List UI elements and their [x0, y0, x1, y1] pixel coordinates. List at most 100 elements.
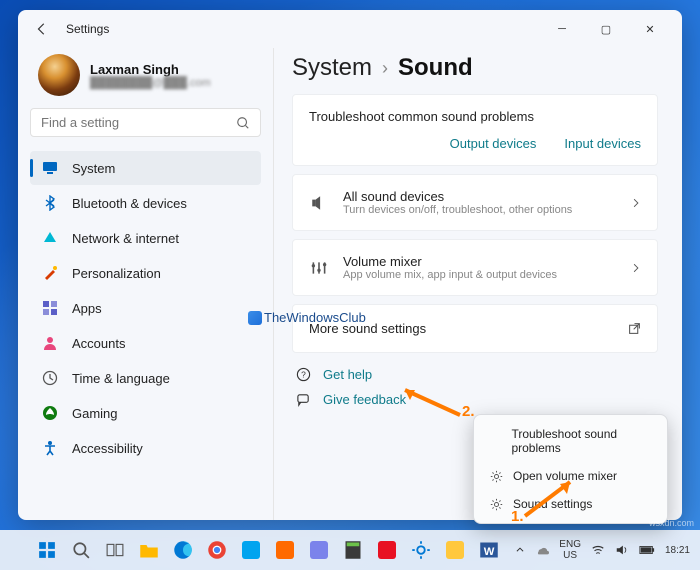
- row-title: Volume mixer: [343, 254, 617, 269]
- titlebar: Settings ─ ▢ ✕: [18, 10, 682, 48]
- person-icon: [42, 335, 58, 351]
- taskbar-calculator[interactable]: [340, 537, 366, 563]
- taskbar-app5[interactable]: [442, 537, 468, 563]
- close-button[interactable]: ✕: [630, 15, 670, 43]
- tray-battery-icon[interactable]: [639, 545, 655, 555]
- nav-label: Accessibility: [72, 441, 143, 456]
- external-link-icon: [628, 322, 641, 335]
- clock-icon: [42, 370, 58, 386]
- taskbar-explorer[interactable]: [136, 537, 162, 563]
- user-email: ████████@███.com: [90, 77, 211, 89]
- nav-label: Personalization: [72, 266, 161, 281]
- taskbar: W ENGUS 18:21: [0, 530, 700, 570]
- chevron-right-icon: ›: [382, 58, 388, 79]
- tray-wifi-icon[interactable]: [591, 543, 605, 557]
- nav-personalization[interactable]: Personalization: [30, 256, 261, 290]
- tray-chevron-icon[interactable]: [515, 545, 525, 555]
- taskbar-app3[interactable]: [306, 537, 332, 563]
- get-help-link[interactable]: ?Get help: [292, 367, 658, 382]
- nav-label: Bluetooth & devices: [72, 196, 187, 211]
- nav-accounts[interactable]: Accounts: [30, 326, 261, 360]
- search-button[interactable]: [68, 537, 94, 563]
- input-devices-link[interactable]: Input devices: [564, 136, 641, 151]
- ctx-troubleshoot[interactable]: Troubleshoot sound problems: [479, 420, 662, 462]
- task-view-button[interactable]: [102, 537, 128, 563]
- breadcrumb-parent[interactable]: System: [292, 54, 372, 82]
- wifi-icon: [42, 230, 58, 246]
- minimize-button[interactable]: ─: [542, 15, 582, 43]
- tray-clock[interactable]: 18:21: [665, 545, 690, 556]
- gear-icon: [489, 497, 503, 511]
- search-icon: [236, 116, 250, 130]
- card-title: Troubleshoot common sound problems: [309, 109, 641, 124]
- all-sound-devices-row[interactable]: All sound devicesTurn devices on/off, tr…: [292, 174, 658, 231]
- link-label: Give feedback: [323, 392, 406, 407]
- monitor-icon: [42, 160, 58, 176]
- row-subtitle: App volume mix, app input & output devic…: [343, 269, 617, 281]
- taskbar-app2[interactable]: [272, 537, 298, 563]
- nav-system[interactable]: System: [30, 151, 261, 185]
- output-devices-link[interactable]: Output devices: [450, 136, 537, 151]
- nav-gaming[interactable]: Gaming: [30, 396, 261, 430]
- brush-icon: [42, 265, 58, 281]
- taskbar-chrome[interactable]: [204, 537, 230, 563]
- breadcrumb-current: Sound: [398, 54, 473, 82]
- sidebar: Laxman Singh ████████@███.com System Blu…: [18, 48, 273, 520]
- speaker-icon: [309, 193, 329, 213]
- search-input[interactable]: [41, 115, 236, 130]
- nav-network[interactable]: Network & internet: [30, 221, 261, 255]
- back-button[interactable]: [30, 17, 54, 41]
- nav-label: Network & internet: [72, 231, 179, 246]
- ctx-sound-settings[interactable]: Sound settings: [479, 490, 662, 518]
- nav-accessibility[interactable]: Accessibility: [30, 431, 261, 465]
- ctx-label: Sound settings: [513, 497, 592, 511]
- nav-label: Accounts: [72, 336, 125, 351]
- search-box[interactable]: [30, 108, 261, 137]
- context-menu: Troubleshoot sound problems Open volume …: [473, 414, 668, 524]
- gear-icon: [489, 469, 503, 483]
- system-tray: ENGUS 18:21: [515, 539, 690, 561]
- svg-text:?: ?: [301, 369, 306, 379]
- row-title: More sound settings: [309, 321, 614, 336]
- troubleshoot-card: Troubleshoot common sound problems Outpu…: [292, 94, 658, 166]
- taskbar-word[interactable]: W: [476, 537, 502, 563]
- taskbar-edge[interactable]: [170, 537, 196, 563]
- chevron-right-icon: [631, 263, 641, 273]
- start-button[interactable]: [34, 537, 60, 563]
- give-feedback-link[interactable]: Give feedback: [292, 392, 658, 407]
- nav-label: Apps: [72, 301, 102, 316]
- svg-text:W: W: [484, 546, 495, 558]
- breadcrumb: System › Sound: [292, 54, 658, 82]
- volume-mixer-row[interactable]: Volume mixerApp volume mix, app input & …: [292, 239, 658, 296]
- help-icon: ?: [296, 367, 311, 382]
- nav-label: System: [72, 161, 115, 176]
- row-title: All sound devices: [343, 189, 617, 204]
- blank-icon: [489, 434, 501, 448]
- nav-bluetooth[interactable]: Bluetooth & devices: [30, 186, 261, 220]
- bluetooth-icon: [42, 195, 58, 211]
- chevron-right-icon: [631, 198, 641, 208]
- more-sound-settings-row[interactable]: More sound settings: [292, 304, 658, 353]
- attribution: wsxdn.com: [649, 518, 694, 528]
- avatar: [38, 54, 80, 96]
- maximize-button[interactable]: ▢: [586, 15, 626, 43]
- nav-label: Gaming: [72, 406, 118, 421]
- ctx-volume-mixer[interactable]: Open volume mixer: [479, 462, 662, 490]
- nav-label: Time & language: [72, 371, 170, 386]
- nav-time[interactable]: Time & language: [30, 361, 261, 395]
- nav-apps[interactable]: Apps: [30, 291, 261, 325]
- ctx-label: Troubleshoot sound problems: [511, 427, 652, 455]
- tray-volume-icon[interactable]: [615, 543, 629, 557]
- taskbar-settings[interactable]: [408, 537, 434, 563]
- game-icon: [42, 405, 58, 421]
- user-block[interactable]: Laxman Singh ████████@███.com: [30, 48, 261, 108]
- apps-icon: [42, 300, 58, 316]
- taskbar-app4[interactable]: [374, 537, 400, 563]
- row-subtitle: Turn devices on/off, troubleshoot, other…: [343, 204, 617, 216]
- taskbar-app1[interactable]: [238, 537, 264, 563]
- nav-list: System Bluetooth & devices Network & int…: [30, 151, 261, 465]
- ctx-label: Open volume mixer: [513, 469, 617, 483]
- window-title: Settings: [66, 22, 109, 36]
- tray-language[interactable]: ENGUS: [559, 539, 581, 561]
- tray-onedrive-icon[interactable]: [535, 543, 549, 557]
